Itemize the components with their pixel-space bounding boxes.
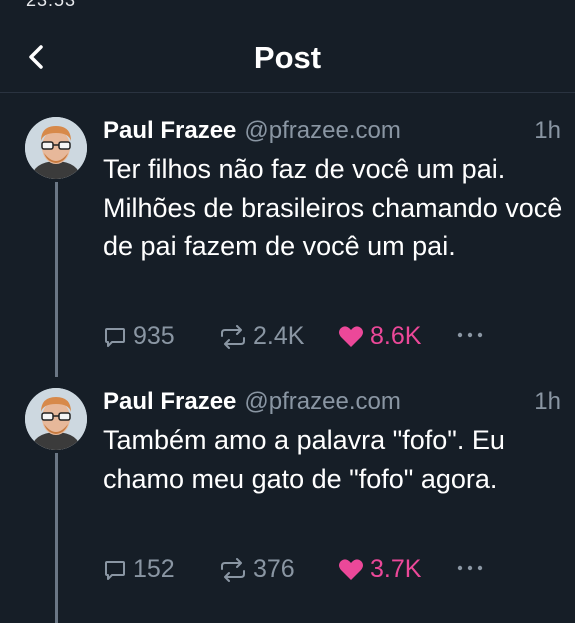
- like-button[interactable]: 8.6K: [338, 322, 421, 351]
- repost-button[interactable]: 2.4K: [219, 322, 304, 351]
- author-name[interactable]: Paul Frazee: [103, 117, 236, 144]
- page-title: Post: [253, 40, 322, 75]
- post[interactable]: Paul Frazee @pfrazee.com 1h Também amo a …: [0, 388, 575, 608]
- author-handle[interactable]: @pfrazee.com: [244, 388, 400, 415]
- author-name[interactable]: Paul Frazee: [103, 388, 236, 415]
- avatar[interactable]: [25, 117, 87, 179]
- heart-icon: [339, 325, 363, 347]
- repost-count: 376: [253, 555, 295, 583]
- post-time: 1h: [534, 388, 561, 415]
- repost-button[interactable]: 376: [219, 555, 295, 584]
- post-actions: 152 376 3.7K: [103, 555, 563, 585]
- more-icon: [457, 332, 483, 338]
- reply-icon: [105, 327, 125, 347]
- status-time: 23:53: [26, 0, 77, 10]
- repost-count: 2.4K: [253, 322, 305, 350]
- post-author-row: Paul Frazee @pfrazee.com: [103, 117, 401, 147]
- post-time: 1h: [534, 117, 561, 144]
- avatar[interactable]: [25, 388, 87, 450]
- heart-icon: [339, 558, 363, 580]
- reply-icon: [105, 560, 125, 580]
- more-icon: [457, 565, 483, 571]
- status-bar: 23:53: [0, 0, 575, 12]
- reply-count: 935: [133, 322, 175, 350]
- post-actions: 935 2.4K 8.6K: [103, 322, 563, 352]
- reply-button[interactable]: 152: [103, 555, 175, 584]
- post[interactable]: Paul Frazee @pfrazee.com 1h Ter filhos nã…: [0, 117, 575, 357]
- post-author-row: Paul Frazee @pfrazee.com: [103, 388, 401, 418]
- post-text: Ter filhos não faz de você um pai. Milhõ…: [103, 154, 563, 261]
- reply-button[interactable]: 935: [103, 322, 175, 351]
- header: Post: [0, 22, 575, 93]
- like-count: 8.6K: [370, 322, 422, 350]
- author-handle[interactable]: @pfrazee.com: [244, 117, 400, 144]
- repost-icon: [221, 557, 245, 582]
- post-text: Também amo a palavra "fofo". Eu chamo me…: [103, 425, 505, 494]
- more-options-button[interactable]: [455, 553, 485, 590]
- like-button[interactable]: 3.7K: [338, 555, 421, 584]
- reply-count: 152: [133, 555, 175, 583]
- like-count: 3.7K: [370, 555, 422, 583]
- repost-icon: [221, 324, 245, 349]
- more-options-button[interactable]: [455, 320, 485, 357]
